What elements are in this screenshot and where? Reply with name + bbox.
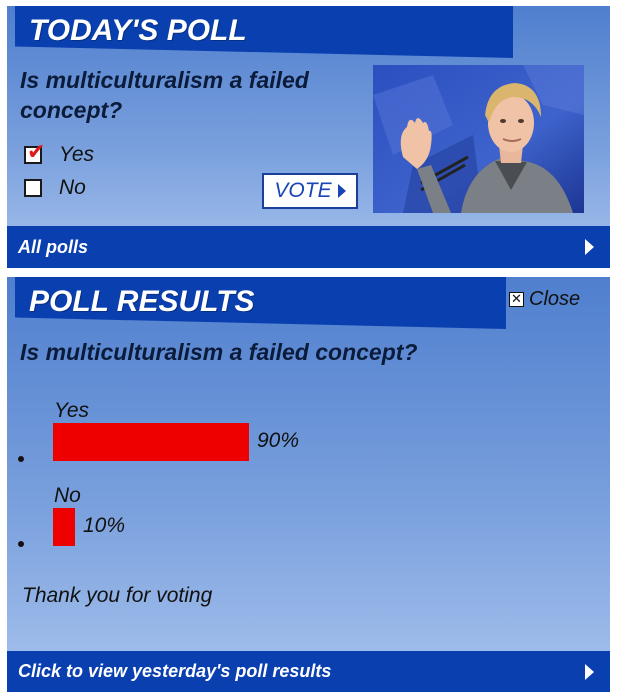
all-polls-link[interactable]: All polls — [7, 226, 610, 268]
triangle-right-icon — [337, 184, 346, 198]
poll-option-no-label: No — [59, 176, 86, 199]
poll-option-yes[interactable]: ✔ Yes — [24, 142, 95, 167]
checkmark-icon: ✔ — [27, 140, 46, 165]
poll-option-no[interactable]: No — [24, 176, 86, 200]
yesterday-results-link[interactable]: Click to view yesterday's poll results — [7, 651, 610, 692]
bullet — [18, 456, 24, 462]
poll-photo-image — [373, 65, 584, 213]
vote-button-label: VOTE — [274, 179, 332, 202]
checkbox-no[interactable] — [24, 179, 42, 197]
poll-results-panel: POLL RESULTS ✕ Close Is multiculturalism… — [7, 277, 610, 692]
close-button[interactable]: ✕ Close — [509, 288, 580, 311]
result-item-no: No 10% — [7, 484, 610, 574]
vote-button[interactable]: VOTE — [262, 173, 358, 209]
triangle-right-icon — [585, 663, 594, 680]
all-polls-label: All polls — [18, 237, 89, 257]
checkbox-yes[interactable]: ✔ — [24, 142, 45, 164]
poll-results-title: POLL RESULTS — [15, 277, 506, 329]
poll-question: Is multiculturalism a failed concept? — [20, 67, 309, 123]
result-item-yes: Yes 90% — [7, 399, 610, 489]
bullet — [18, 541, 24, 547]
result-percent-no: 10% — [83, 514, 126, 537]
result-bar-yes — [53, 423, 249, 461]
close-label: Close — [529, 288, 581, 310]
result-label-yes: Yes — [54, 399, 90, 422]
todays-poll-panel: TODAY'S POLL Is multiculturalism a faile… — [7, 6, 610, 268]
thank-you-message: Thank you for voting — [22, 584, 213, 607]
close-x-icon: ✕ — [509, 292, 524, 307]
result-bar-no — [53, 508, 75, 546]
todays-poll-title: TODAY'S POLL — [15, 6, 513, 58]
poll-photo — [373, 65, 584, 213]
result-label-no: No — [54, 484, 81, 507]
result-percent-yes: 90% — [257, 429, 300, 452]
poll-option-yes-label: Yes — [59, 143, 95, 166]
results-question: Is multiculturalism a failed concept? — [20, 339, 418, 365]
triangle-right-icon — [585, 239, 594, 255]
yesterday-results-label: Click to view yesterday's poll results — [18, 661, 332, 681]
